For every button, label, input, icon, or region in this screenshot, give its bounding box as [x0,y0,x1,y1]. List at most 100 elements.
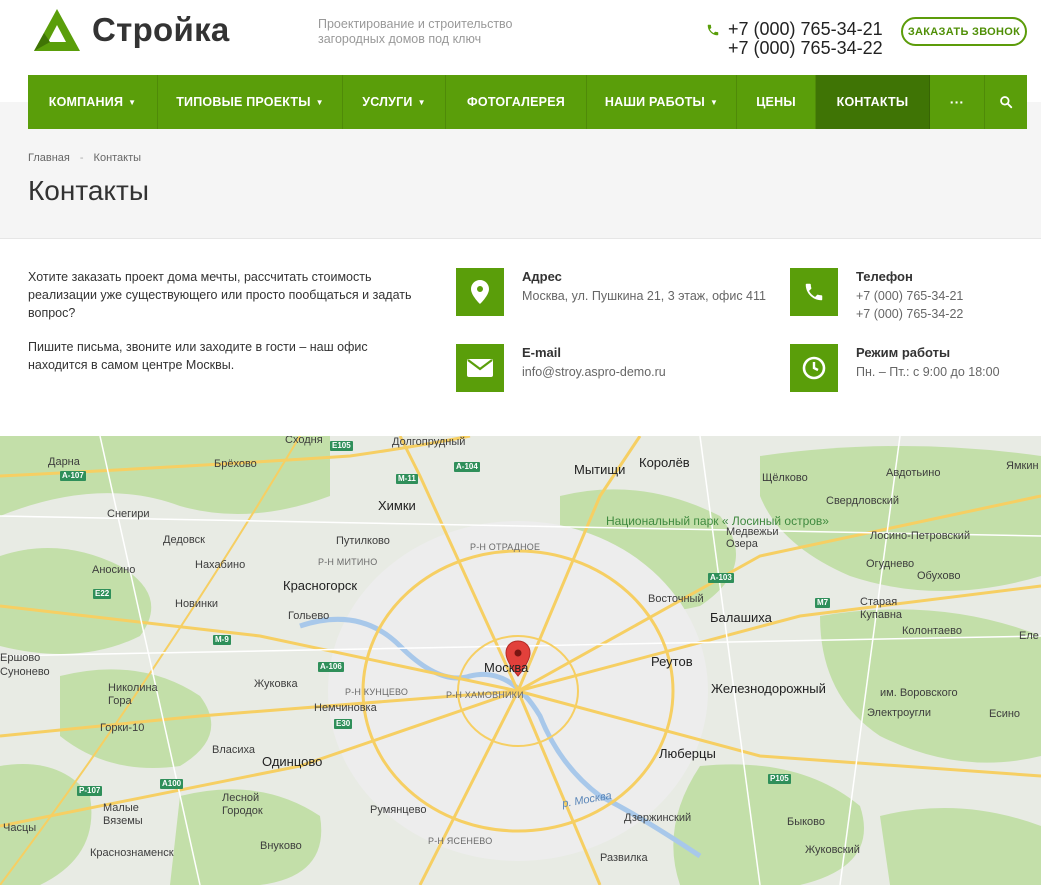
search-button[interactable] [985,75,1027,129]
callback-button[interactable]: ЗАКАЗАТЬ ЗВОНОК [901,17,1027,46]
chevron-down-icon: ▼ [417,97,426,107]
map-place: Краснознаменск [90,847,174,859]
email-title: E-mail [522,345,562,360]
map-district: Р-Н ХАМОВНИКИ [446,690,524,700]
hours-title: Режим работы [856,345,951,360]
chevron-down-icon: ▼ [710,97,719,107]
road-shield: A100 [160,779,184,789]
nav-label: ФОТОГАЛЕРЕЯ [467,95,565,109]
office-map[interactable]: Москва Сходня Долгопрудный Дарна Брёхово… [0,436,1041,885]
nav-item-prices[interactable]: ЦЕНЫ [737,75,816,129]
intro-paragraph-2: Пишите письма, звоните или заходите в го… [28,340,368,372]
map-place: Дедовск [163,534,205,546]
road-shield: P-107 [77,786,103,796]
tagline-line2: загородных домов под ключ [318,32,482,46]
contacts-intro: Хотите заказать проект дома мечты, рассч… [28,268,428,390]
map-place: Сходня [285,436,323,446]
road-shield: E105 [330,441,353,451]
nav-label: КОМПАНИЯ [48,95,124,109]
nav-item-gallery[interactable]: ФОТОГАЛЕРЕЯ [446,75,587,129]
nav-item-company[interactable]: КОМПАНИЯ ▼ [28,75,158,129]
road-shield: A-103 [708,573,734,583]
nav-label: ТИПОВЫЕ ПРОЕКТЫ [176,95,311,109]
nav-item-works[interactable]: НАШИ РАБОТЫ ▼ [587,75,737,129]
map-place: Ершово [0,652,41,664]
breadcrumb-separator: - [79,152,84,164]
nav-more-button[interactable]: ··· [930,75,985,129]
map-place: Медвежьи Озера [726,526,779,550]
road-shield: E22 [93,589,112,599]
nav-label: УСЛУГИ [362,95,413,109]
map-place: Электроугли [867,707,931,719]
map-place: Гольево [288,610,330,622]
nav-item-contacts[interactable]: КОНТАКТЫ [816,75,930,129]
map-place: Реутов [651,654,693,669]
map-place: Лесной Городок [222,792,263,817]
map-place: Николина Гора [108,682,158,707]
map-place: им. Воровского [880,687,958,699]
map-place: Долгопрудный [392,436,466,448]
map-place: Новинки [175,598,219,610]
map-place: Одинцово [262,754,323,769]
breadcrumb-current: Контакты [93,152,142,164]
map-place: Мытищи [574,462,626,477]
map-place: Лосино-Петровский [870,530,971,542]
map-place: Румянцево [370,804,427,816]
address-title: Адрес [522,269,562,284]
map-place: Старая Купавна [860,596,903,621]
map-place: Дзержинский [624,812,692,824]
map-place: Щёлково [762,472,808,484]
map-place: Часцы [3,822,37,834]
contact-address: Адрес Москва, ул. Пушкина 21, 3 этаж, оф… [456,268,766,316]
page-title: Контакты [28,175,149,206]
header-phone-1[interactable]: +7 (000) 765-34-21 [728,20,883,39]
envelope-icon [456,344,504,392]
map-place: Развилка [600,852,648,864]
contact-phone: Телефон +7 (000) 765-34-21 +7 (000) 765-… [790,268,963,323]
breadcrumb-home[interactable]: Главная [28,152,70,164]
map-place: Снегири [107,508,150,520]
contact-email: E-mail info@stroy.aspro-demo.ru [456,344,666,392]
tagline: Проектирование и строительство загородны… [318,17,513,47]
map-place: Железнодорожный [711,681,826,696]
map-place: Химки [378,498,416,513]
map-district: Р-Н ОТРАДНОЕ [470,542,541,552]
map-district: Р-Н ЯСЕНЕВО [428,836,493,846]
chevron-down-icon: ▼ [128,97,137,107]
logo-text: Стройка [92,11,230,48]
road-shield: M-11 [396,474,418,484]
map-place: Красногорск [283,578,358,593]
email-value[interactable]: info@stroy.aspro-demo.ru [522,363,666,381]
map-place: Жуковка [254,678,298,690]
map-district: Р-Н КУНЦЕВО [345,687,409,697]
map-pin-icon [456,268,504,316]
map-place: Путилково [336,535,390,547]
map-place: Еле [1019,630,1039,642]
road-shield: A-106 [318,662,344,672]
map-place: Жуковский [805,844,860,856]
phone-value-1[interactable]: +7 (000) 765-34-21 [856,287,963,305]
map-place: Власиха [212,744,256,756]
map-district: Р-Н МИТИНО [318,557,378,567]
road-shield: M7 [815,598,831,608]
map-place: Ямкин [1006,460,1039,472]
map-place: Немчиновка [314,702,377,714]
nav-item-projects[interactable]: ТИПОВЫЕ ПРОЕКТЫ ▼ [158,75,343,129]
nav-label: НАШИ РАБОТЫ [604,95,705,109]
map-park-label: Национальный парк « Лосиный остров» [606,514,829,528]
nav-item-services[interactable]: УСЛУГИ ▼ [343,75,446,129]
tagline-line1: Проектирование и строительство [318,17,513,31]
logo[interactable]: Стройка [34,9,230,51]
phone-value-2[interactable]: +7 (000) 765-34-22 [856,305,963,323]
map-place: Внуково [260,840,302,852]
map-place: Огуднево [866,558,915,570]
clock-icon [790,344,838,392]
header-phone-2[interactable]: +7 (000) 765-34-22 [728,39,883,58]
map-place: Горки-10 [100,722,145,734]
map-place: Королёв [639,455,690,470]
map-place: Сунонево [0,666,50,678]
map-place: Брёхово [214,458,257,470]
map-place: Свердловский [826,495,900,507]
nav-label: КОНТАКТЫ [836,95,909,109]
phone-icon [790,268,838,316]
